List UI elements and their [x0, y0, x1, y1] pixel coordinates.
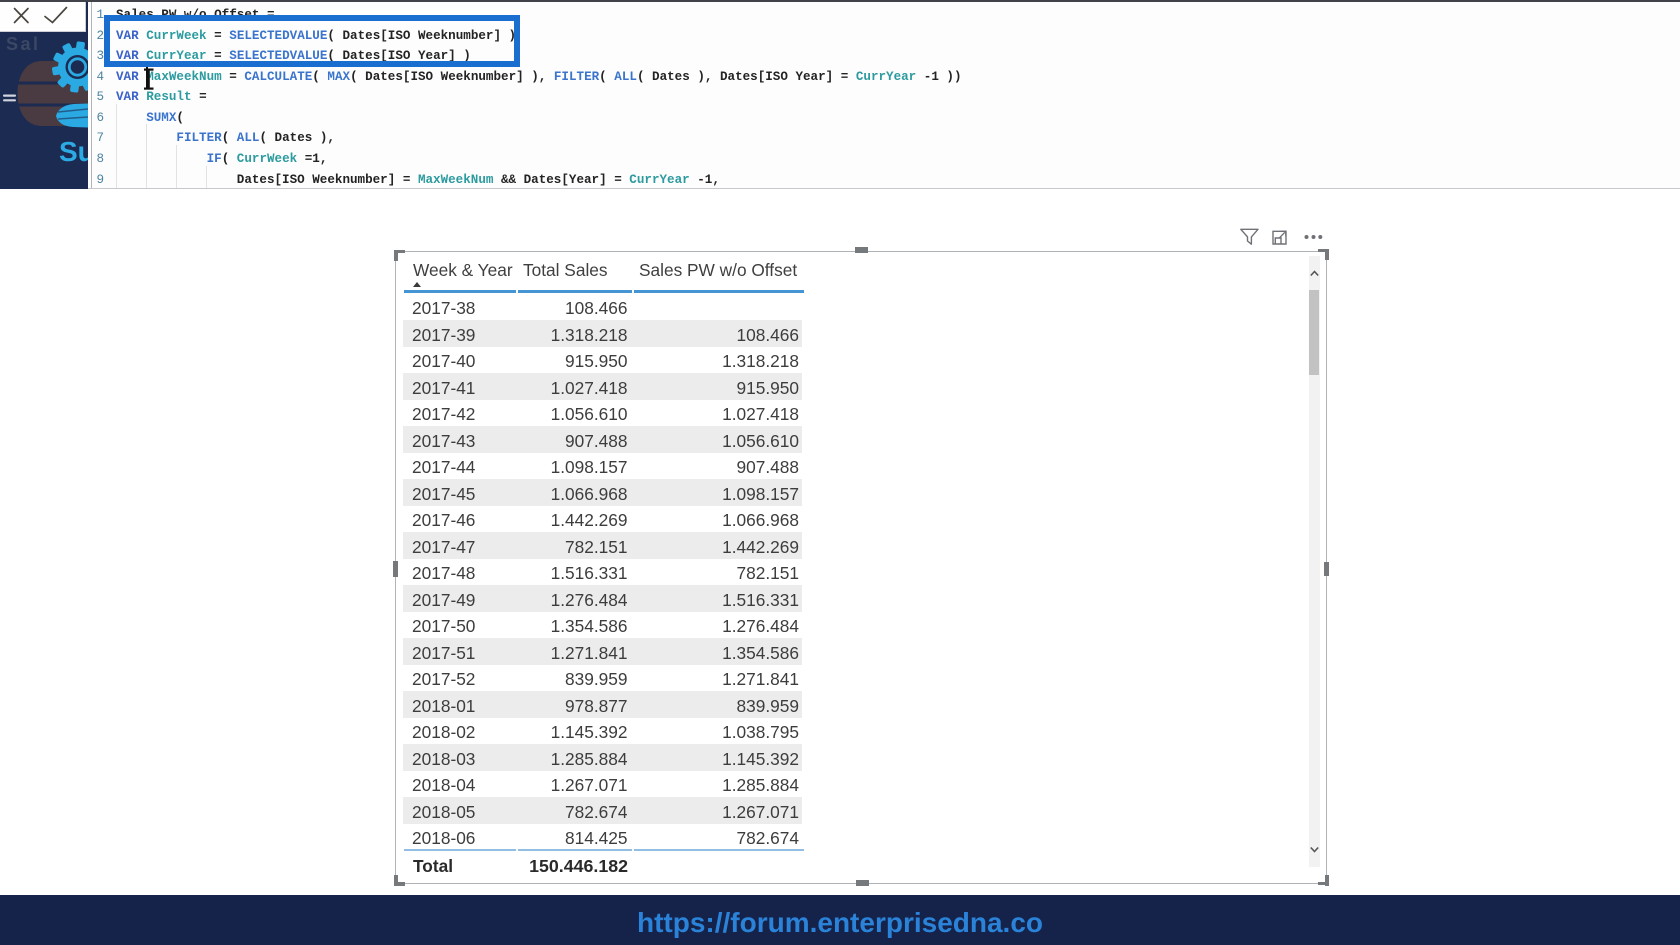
svg-text:Su: Su	[59, 136, 88, 167]
svg-text:Sal: Sal	[6, 34, 41, 54]
